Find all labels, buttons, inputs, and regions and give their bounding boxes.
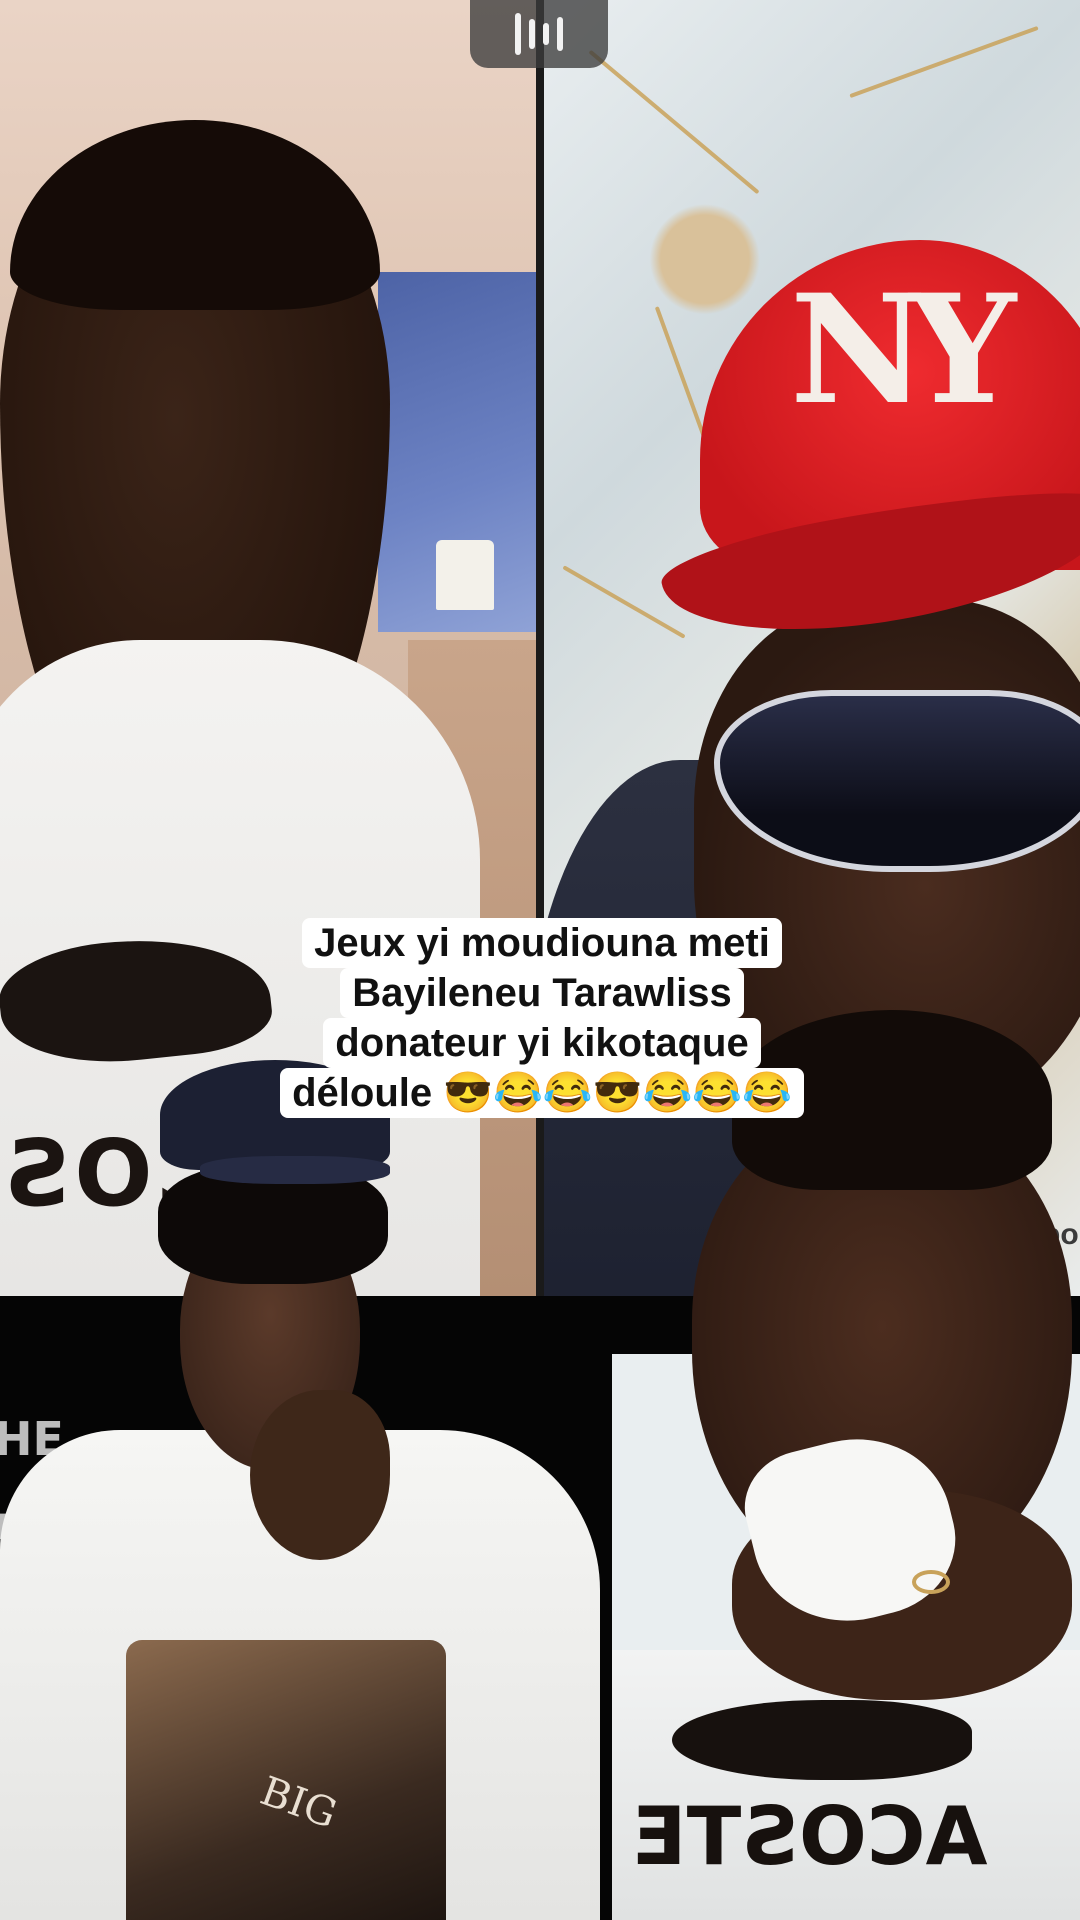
person-hair — [10, 120, 380, 310]
audio-bar — [543, 23, 549, 45]
shirt-logo-text: ACOSTE — [632, 1790, 988, 1883]
audio-indicator-pill[interactable] — [470, 0, 608, 68]
audio-bar — [515, 13, 521, 55]
audio-bars-icon — [515, 13, 563, 55]
lamp — [436, 540, 494, 610]
cutout-person-right: ACOSTE — [612, 1010, 1080, 1920]
crocodile-logo-icon — [672, 1700, 972, 1780]
caption-line: donateur yi kikotaque — [323, 1018, 761, 1068]
caption-line: Bayileneu Tarawliss — [340, 968, 744, 1018]
marble-vein — [849, 25, 1039, 99]
video-caption: Jeux yi moudiouna meti Bayileneu Tarawli… — [262, 918, 822, 1118]
marble-vein — [588, 49, 760, 195]
caption-line: Jeux yi moudiouna meti — [302, 918, 782, 968]
hand-on-chin — [250, 1390, 390, 1560]
cutout-person-left: BIG — [0, 1060, 600, 1920]
ring-icon — [912, 1570, 950, 1594]
cap-logo: NY — [790, 262, 1016, 438]
audio-bar — [529, 19, 535, 49]
caption-line: déloule 😎😂😂😎😂😂😂 — [280, 1068, 804, 1118]
audio-bar — [557, 17, 563, 51]
cap-brim — [200, 1156, 390, 1184]
